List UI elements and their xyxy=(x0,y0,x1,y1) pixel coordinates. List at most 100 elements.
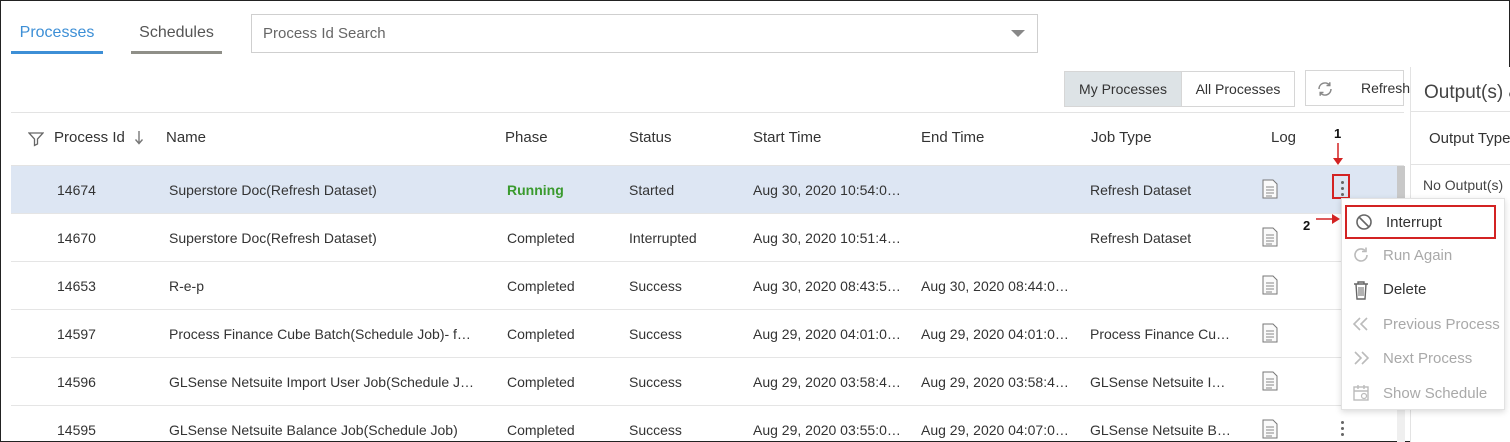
annotation-label-1: 1 xyxy=(1334,126,1342,141)
my-processes-button[interactable]: My Processes xyxy=(1064,71,1182,107)
annotation-label-2: 2 xyxy=(1303,218,1311,233)
column-header-job-type[interactable]: Job Type xyxy=(1091,129,1152,146)
start-time: Aug 29, 2020 03:58:4… xyxy=(753,374,901,390)
end-time: Aug 29, 2020 03:58:4… xyxy=(921,374,1069,390)
process-id: 14670 xyxy=(57,230,96,246)
column-header-name[interactable]: Name xyxy=(166,129,206,146)
more-options-icon[interactable] xyxy=(1334,418,1350,442)
column-header-output-type: Output Type xyxy=(1429,130,1510,147)
status-text: Success xyxy=(629,374,682,390)
phase-text: Completed xyxy=(507,422,575,438)
end-time: Aug 30, 2020 08:44:0… xyxy=(921,278,1069,294)
refresh-button[interactable]: Refresh xyxy=(1305,70,1410,106)
double-chevron-right-icon xyxy=(1354,351,1370,365)
calendar-icon xyxy=(1353,385,1369,401)
row-context-menu: Interrupt Run Again Delete Previous Proc… xyxy=(1341,198,1505,410)
trash-icon xyxy=(1354,281,1368,300)
menu-item-label: Delete xyxy=(1383,281,1427,298)
phase-text: Completed xyxy=(507,326,575,342)
tab-schedules[interactable]: Schedules xyxy=(131,14,222,54)
start-time: Aug 30, 2020 10:51:4… xyxy=(753,230,901,246)
process-name: Superstore Doc(Refresh Dataset) xyxy=(169,230,377,246)
arrow-right-icon xyxy=(1316,214,1340,224)
menu-item-interrupt[interactable]: Interrupt xyxy=(1345,205,1496,239)
process-id: 14674 xyxy=(57,182,96,198)
all-processes-button[interactable]: All Processes xyxy=(1181,71,1295,107)
job-type: GLSense Netsuite I… xyxy=(1090,374,1226,390)
log-document-icon[interactable] xyxy=(1262,227,1278,247)
job-type: GLSense Netsuite B… xyxy=(1090,422,1231,438)
process-id: 14595 xyxy=(57,422,96,438)
arrow-down-icon xyxy=(1333,143,1343,165)
job-type: Refresh Dataset xyxy=(1090,182,1192,198)
outputs-panel-title: Output(s) & xyxy=(1424,82,1510,103)
column-header-start-time[interactable]: Start Time xyxy=(753,129,821,146)
table-row[interactable]: 14597 Process Finance Cube Batch(Schedul… xyxy=(11,310,1401,358)
process-id: 14596 xyxy=(57,374,96,390)
log-document-icon[interactable] xyxy=(1262,179,1278,199)
start-time: Aug 29, 2020 03:55:0… xyxy=(753,422,901,438)
search-input[interactable] xyxy=(263,15,1003,51)
phase-text: Completed xyxy=(507,278,575,294)
table-row[interactable]: 14653 R-e-p Completed Success Aug 30, 20… xyxy=(11,262,1401,310)
no-outputs-text: No Output(s) xyxy=(1423,177,1504,193)
start-time: Aug 29, 2020 04:01:0… xyxy=(753,326,901,342)
start-time: Aug 30, 2020 08:43:5… xyxy=(753,278,901,294)
job-type: Process Finance Cu… xyxy=(1090,326,1231,342)
filter-icon[interactable] xyxy=(28,131,44,147)
phase-text: Completed xyxy=(507,374,575,390)
start-time: Aug 30, 2020 10:54:0… xyxy=(753,182,901,198)
chevron-down-icon[interactable] xyxy=(1011,30,1025,37)
process-id-search[interactable] xyxy=(251,14,1038,53)
annotation-highlight-box xyxy=(1332,174,1350,199)
log-document-icon[interactable] xyxy=(1262,371,1278,391)
column-header-log: Log xyxy=(1271,129,1297,146)
outputs-table-header: Output Type xyxy=(1411,111,1510,165)
refresh-label: Refresh xyxy=(1361,80,1411,96)
phase-text: Completed xyxy=(507,230,575,246)
process-name: GLSense Netsuite Import User Job(Schedul… xyxy=(169,374,475,390)
table-row[interactable]: 14674 Superstore Doc(Refresh Dataset) Ru… xyxy=(11,166,1401,214)
column-header-end-time[interactable]: End Time xyxy=(921,129,984,146)
menu-item-show-schedule[interactable]: Show Schedule xyxy=(1342,376,1506,410)
status-text: Success xyxy=(629,326,682,342)
menu-item-label: Previous Process xyxy=(1383,316,1500,333)
menu-item-label: Interrupt xyxy=(1386,214,1442,231)
ban-icon xyxy=(1356,214,1372,230)
column-header-phase[interactable]: Phase xyxy=(505,129,548,146)
column-header-status[interactable]: Status xyxy=(629,129,672,146)
end-time: Aug 29, 2020 04:07:0… xyxy=(921,422,1069,438)
status-text: Interrupted xyxy=(629,230,697,246)
process-name: Process Finance Cube Batch(Schedule Job)… xyxy=(169,326,471,342)
menu-item-run-again[interactable]: Run Again xyxy=(1342,238,1506,272)
table-row[interactable]: 14596 GLSense Netsuite Import User Job(S… xyxy=(11,358,1401,406)
menu-item-label: Run Again xyxy=(1383,247,1453,264)
process-name: GLSense Netsuite Balance Job(Schedule Jo… xyxy=(169,422,458,438)
status-text: Success xyxy=(629,422,682,438)
tab-processes[interactable]: Processes xyxy=(11,14,103,54)
menu-item-next-process[interactable]: Next Process xyxy=(1342,341,1506,375)
table-row[interactable]: 14595 GLSense Netsuite Balance Job(Sched… xyxy=(11,406,1401,442)
table-row[interactable]: 14670 Superstore Doc(Refresh Dataset) Co… xyxy=(11,214,1401,262)
end-time: Aug 29, 2020 04:01:0… xyxy=(921,326,1069,342)
menu-item-delete[interactable]: Delete xyxy=(1342,272,1506,306)
column-header-process-id[interactable]: Process Id xyxy=(54,129,125,146)
log-document-icon[interactable] xyxy=(1262,323,1278,343)
process-name: Superstore Doc(Refresh Dataset) xyxy=(169,182,377,198)
status-text: Started xyxy=(629,182,675,198)
phase-badge: Running xyxy=(507,182,564,198)
sort-down-icon[interactable] xyxy=(134,130,144,146)
refresh-icon xyxy=(1318,82,1332,96)
double-chevron-left-icon xyxy=(1352,317,1368,331)
process-name: R-e-p xyxy=(169,278,205,294)
process-id: 14653 xyxy=(57,278,96,294)
log-document-icon[interactable] xyxy=(1262,275,1278,295)
menu-item-previous-process[interactable]: Previous Process xyxy=(1342,307,1506,341)
menu-item-label: Show Schedule xyxy=(1383,385,1488,402)
job-type: Refresh Dataset xyxy=(1090,230,1192,246)
status-text: Success xyxy=(629,278,682,294)
log-document-icon[interactable] xyxy=(1262,419,1278,439)
divider xyxy=(11,112,1404,113)
process-id: 14597 xyxy=(57,326,96,342)
redo-icon xyxy=(1354,247,1368,262)
